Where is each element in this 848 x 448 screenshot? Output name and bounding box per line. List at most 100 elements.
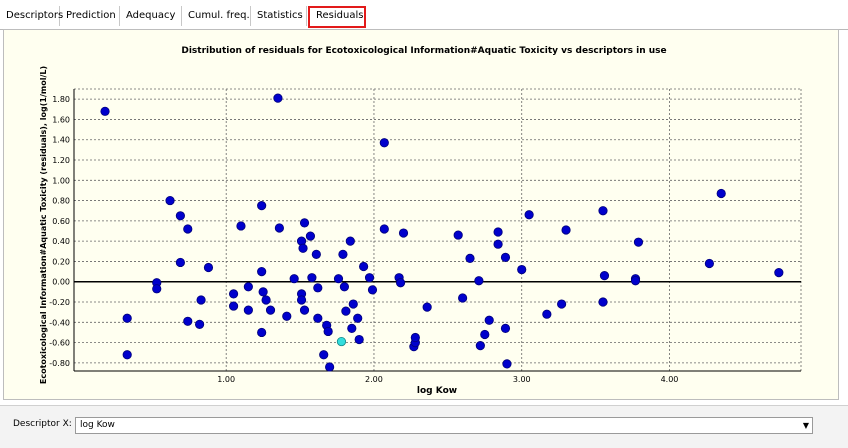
y-tick-label: 0.00 <box>52 278 70 287</box>
data-point <box>524 210 534 220</box>
data-point <box>228 289 239 299</box>
data-point <box>422 302 432 312</box>
data-point <box>333 274 344 284</box>
y-tick-label: 0.20 <box>52 257 70 266</box>
data-point <box>289 274 299 284</box>
data-point <box>257 201 267 211</box>
data-point <box>598 297 608 307</box>
x-tick-label: 3.00 <box>513 375 531 384</box>
data-point <box>175 211 185 221</box>
data-point <box>500 252 511 262</box>
data-point <box>561 225 571 235</box>
data-point <box>367 285 378 295</box>
data-point <box>465 253 475 264</box>
grid-lines <box>74 88 802 371</box>
data-point <box>100 106 110 116</box>
data-point <box>704 258 714 269</box>
data-point <box>203 262 214 273</box>
data-points <box>100 93 784 372</box>
y-tick-label: 0.60 <box>52 217 70 226</box>
data-point <box>243 305 253 315</box>
data-point <box>319 350 329 360</box>
y-tick-label: 1.00 <box>52 176 70 185</box>
data-point <box>395 278 406 288</box>
x-tick-label: 4.00 <box>661 375 679 384</box>
data-point <box>716 188 726 199</box>
data-point <box>354 334 364 345</box>
data-point <box>493 227 503 237</box>
data-point <box>379 224 389 234</box>
data-point <box>484 315 494 325</box>
data-point <box>258 287 268 297</box>
data-point <box>774 268 784 278</box>
data-point <box>296 295 307 305</box>
data-point <box>175 257 185 268</box>
data-point <box>282 311 292 321</box>
data-point <box>502 359 512 369</box>
data-point <box>298 243 308 253</box>
data-point <box>165 195 175 206</box>
x-tick-label: 2.00 <box>365 375 383 384</box>
data-point <box>364 273 375 283</box>
descriptor-x-select[interactable]: log Kow ▼ <box>75 417 813 434</box>
y-tick-label: -0.80 <box>49 359 70 368</box>
descriptor-x-label: Descriptor X: <box>13 419 72 429</box>
chevron-down-icon[interactable]: ▼ <box>803 418 809 433</box>
y-tick-label: -0.20 <box>49 298 70 307</box>
data-point <box>299 305 310 315</box>
data-point <box>339 282 350 292</box>
data-point <box>183 224 193 234</box>
data-point <box>453 230 463 240</box>
data-point <box>299 218 310 228</box>
data-point <box>410 332 420 343</box>
data-point <box>307 273 317 283</box>
data-point <box>474 276 484 286</box>
data-point <box>274 223 284 233</box>
data-point <box>598 206 608 216</box>
data-point <box>257 266 267 277</box>
data-point <box>542 309 552 319</box>
data-point <box>348 299 358 309</box>
y-tick-label: 1.20 <box>52 156 70 165</box>
y-tick-label: -0.40 <box>49 318 70 327</box>
data-point <box>194 319 205 329</box>
y-tick-label: 1.60 <box>52 115 70 124</box>
data-point <box>273 93 283 103</box>
y-tick-label: 0.80 <box>52 197 70 206</box>
descriptor-x-value: log Kow <box>80 420 115 430</box>
data-point <box>353 313 363 323</box>
residuals-scatter-chart: 1.80 1.60 1.40 1.20 1.00 0.80 0.60 0.40 0.20 0.00… <box>39 66 802 396</box>
tick-labels: 1.80 1.60 1.40 1.20 1.00 0.80 0.60 0.40 0.20 0.00… <box>49 95 678 384</box>
data-point <box>236 221 246 231</box>
data-point <box>347 323 357 333</box>
y-tick-label: 0.40 <box>52 237 70 246</box>
data-point <box>517 264 527 275</box>
data-point <box>630 276 641 286</box>
data-point <box>313 283 323 293</box>
data-point <box>599 271 610 281</box>
data-point <box>196 295 206 305</box>
data-point <box>313 313 323 323</box>
data-point <box>341 306 351 316</box>
data-point <box>183 316 193 326</box>
data-point <box>345 236 355 246</box>
data-point <box>379 138 389 148</box>
data-point <box>500 323 511 333</box>
data-point <box>122 350 132 360</box>
axes <box>73 89 801 372</box>
data-point <box>325 362 335 372</box>
data-point <box>152 284 162 294</box>
highlighted-data-point <box>336 336 347 347</box>
data-point <box>398 228 409 238</box>
data-point <box>243 282 253 292</box>
x-axis-label: log Kow <box>417 386 457 396</box>
data-point <box>323 326 333 337</box>
y-tick-label: -0.60 <box>49 339 70 348</box>
x-tick-label: 1.00 <box>217 375 235 384</box>
data-point <box>480 329 490 340</box>
y-axis-label: Ecotoxicological Information#Aquatic Tox… <box>39 66 48 384</box>
y-tick-label: 1.80 <box>52 95 70 104</box>
data-point <box>633 237 644 247</box>
data-point <box>475 341 485 351</box>
data-point <box>458 293 468 303</box>
